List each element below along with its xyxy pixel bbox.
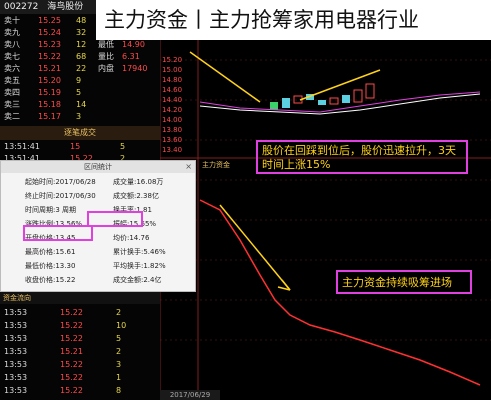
lower-trade-row: 13:53 15.22 2 bbox=[0, 306, 160, 319]
arrow-3 bbox=[219, 204, 291, 291]
trades-section-header: 逐笔成交 bbox=[0, 126, 160, 140]
fund-flow-label: 主力资金 bbox=[202, 161, 230, 169]
y-tick-label: 14.20 bbox=[162, 106, 183, 114]
info-value: 17940 bbox=[122, 64, 148, 73]
interval-stats-dialog[interactable]: 区间统计 × 起始时间:2017/06/28 成交量:16.08万终止时间:201… bbox=[0, 160, 196, 292]
lower-trade-volume: 2 bbox=[116, 347, 122, 356]
dialog-row-left: 收盘价格:15.22 bbox=[25, 276, 76, 284]
y-tick-label: 14.80 bbox=[162, 76, 183, 84]
lower-trade-volume: 5 bbox=[116, 334, 122, 343]
lower-trade-volume: 8 bbox=[116, 386, 122, 395]
dialog-row-right: 平均换手:1.82% bbox=[113, 262, 166, 270]
dialog-row-right: 成交量:16.08万 bbox=[113, 178, 164, 186]
y-tick-label: 13.80 bbox=[162, 126, 183, 134]
lower-trade-price: 15.22 bbox=[60, 308, 83, 317]
ma-line-2 bbox=[199, 93, 481, 115]
y-tick-label: 14.40 bbox=[162, 96, 183, 104]
lower-trade-volume: 3 bbox=[116, 360, 122, 369]
order-row: 卖二 15.17 3 bbox=[0, 110, 160, 123]
y-tick-label: 15.20 bbox=[162, 56, 183, 64]
y-tick-label: 13.60 bbox=[162, 136, 183, 144]
close-icon[interactable]: × bbox=[185, 161, 192, 173]
date-bar: 2017/06/29 bbox=[160, 390, 220, 400]
y-tick-label: 13.40 bbox=[162, 146, 183, 154]
stock-header: 002272 海鸟股份 bbox=[0, 0, 96, 14]
dialog-row-left: 起始时间:2017/06/28 bbox=[25, 178, 96, 186]
lower-trade-time: 13:53 bbox=[4, 308, 28, 317]
dialog-row-right: 累计换手:5.46% bbox=[113, 248, 166, 256]
y-tick-label: 14.60 bbox=[162, 86, 183, 94]
dialog-row-left: 时间周期:3 周期 bbox=[25, 206, 77, 214]
lower-trade-volume: 10 bbox=[116, 321, 127, 330]
info-label: 内盘 bbox=[98, 64, 114, 73]
annotation-note-1: 股价在回踩到位后，股价迅速拉升，3天时间上涨15% bbox=[256, 140, 468, 174]
dialog-row-right: 成交金额:2.4亿 bbox=[113, 276, 162, 284]
price-chart[interactable]: 主力资金 15.20 15.00 14.80 14.60 14.40 14.20 14.00… bbox=[160, 40, 491, 400]
annotation-note-2: 主力资金持续吸筹进场 bbox=[336, 270, 472, 294]
dialog-title: 区间统计 bbox=[1, 161, 195, 173]
lower-trade-volume: 2 bbox=[116, 308, 122, 317]
arrow-2 bbox=[299, 69, 381, 101]
order-volume: 3 bbox=[76, 112, 82, 121]
lower-trade-price: 15.22 bbox=[60, 321, 83, 330]
dialog-row-left: 终止时间:2017/06/30 bbox=[25, 192, 96, 200]
stock-name: 海鸟股份 bbox=[47, 2, 84, 12]
dialog-row-right: 均价:14.76 bbox=[113, 234, 150, 242]
lower-trade-row: 13:53 15.22 5 bbox=[0, 332, 160, 345]
dialog-row-left: 最高价格:15.61 bbox=[25, 248, 76, 256]
lower-trade-time: 13:53 bbox=[4, 347, 28, 356]
order-price: 15.17 bbox=[38, 112, 61, 121]
lower-trade-price: 15.22 bbox=[60, 373, 83, 382]
tab-fund-flow[interactable]: 资金流向 bbox=[0, 292, 160, 304]
highlight-change bbox=[23, 225, 93, 241]
order-label: 卖二 bbox=[4, 112, 20, 121]
chart-svg bbox=[160, 40, 491, 400]
lower-trade-price: 15.21 bbox=[60, 347, 83, 356]
lower-trade-price: 15.22 bbox=[60, 386, 83, 395]
lower-trade-time: 13:53 bbox=[4, 386, 28, 395]
lower-trade-time: 13:53 bbox=[4, 373, 28, 382]
ma-line-1 bbox=[199, 91, 481, 113]
lower-trade-row: 13:53 15.21 2 bbox=[0, 345, 160, 358]
lower-trade-volume: 1 bbox=[116, 373, 122, 382]
lower-trade-price: 15.22 bbox=[60, 360, 83, 369]
lower-trade-row: 13:53 15.22 10 bbox=[0, 319, 160, 332]
info-row: 内盘 17940 bbox=[96, 62, 160, 75]
lower-trade-time: 13:53 bbox=[4, 334, 28, 343]
y-tick-label: 15.00 bbox=[162, 66, 183, 74]
lower-trade-row: 13:53 15.22 3 bbox=[0, 358, 160, 371]
lower-trade-time: 13:53 bbox=[4, 360, 28, 369]
stock-code: 002272 bbox=[4, 2, 39, 12]
lower-trade-time: 13:53 bbox=[4, 321, 28, 330]
lower-trade-row: 13:53 15.22 1 bbox=[0, 371, 160, 384]
lower-trade-price: 15.22 bbox=[60, 334, 83, 343]
lower-trade-row: 13:53 15.22 8 bbox=[0, 384, 160, 397]
page-title: 主力资金丨主力抢筹家用电器行业 bbox=[96, 0, 491, 40]
y-tick-label: 14.00 bbox=[162, 116, 183, 124]
dialog-row-right: 成交额:2.38亿 bbox=[113, 192, 159, 200]
dialog-row-left: 最低价格:13.30 bbox=[25, 262, 76, 270]
highlight-period bbox=[87, 211, 143, 227]
